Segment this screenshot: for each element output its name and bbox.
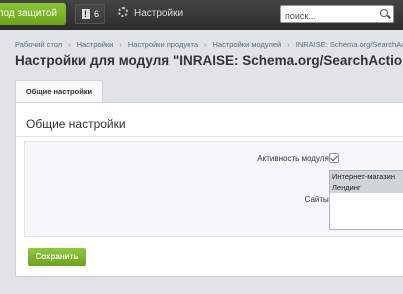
notifications-button[interactable]: 6 — [75, 4, 105, 24]
top-panel: т под защитой 6 Настройки — [0, 0, 403, 30]
breadcrumb-module-settings[interactable]: Настройки модулей — [213, 40, 282, 49]
save-button[interactable]: Сохранить — [28, 248, 86, 266]
sites-select[interactable]: Интернет-магазин Лендинг — [329, 170, 403, 230]
publish-button[interactable]: т под защитой — [0, 3, 66, 25]
sites-label: Сайты: — [304, 195, 331, 204]
settings-panel: Общие настройки Активность модуля: Сайты… — [15, 102, 403, 277]
section-divider — [16, 136, 403, 137]
breadcrumb-settings[interactable]: Настройки — [77, 40, 114, 49]
breadcrumb-separator-icon: › — [68, 40, 71, 49]
notifications-count: 6 — [94, 9, 100, 19]
search-input[interactable] — [281, 8, 375, 24]
sites-option[interactable]: Лендинг — [330, 182, 403, 193]
gear-icon — [118, 7, 128, 17]
page-title: Настройки для модуля "INRAISE: Schema.or… — [15, 53, 403, 68]
notification-flag-icon — [82, 5, 90, 23]
settings-link[interactable]: Настройки — [118, 7, 183, 19]
breadcrumb-separator-icon: › — [119, 40, 122, 49]
active-checkbox[interactable] — [329, 153, 339, 163]
search-box[interactable] — [280, 5, 394, 24]
settings-form: Активность модуля: Сайты: Интернет-магаз… — [24, 141, 403, 237]
settings-label: Настройки — [134, 8, 184, 19]
tab-general-settings[interactable]: Общие настройки — [15, 80, 103, 102]
breadcrumb-separator-icon: › — [204, 40, 207, 49]
breadcrumb-current: INRAISE: Schema.org/SearchAction — [295, 40, 403, 49]
active-label: Активность модуля: — [257, 154, 331, 163]
sites-option[interactable]: Интернет-магазин — [330, 171, 403, 182]
breadcrumb-product-settings[interactable]: Настройки продукта — [128, 40, 198, 49]
section-title: Общие настройки — [26, 117, 126, 131]
breadcrumb: Рабочий стол › Настройки › Настройки продукт… — [15, 40, 403, 49]
breadcrumb-separator-icon: › — [287, 40, 290, 49]
breadcrumb-desktop[interactable]: Рабочий стол — [15, 40, 62, 49]
search-icon[interactable] — [380, 9, 388, 17]
